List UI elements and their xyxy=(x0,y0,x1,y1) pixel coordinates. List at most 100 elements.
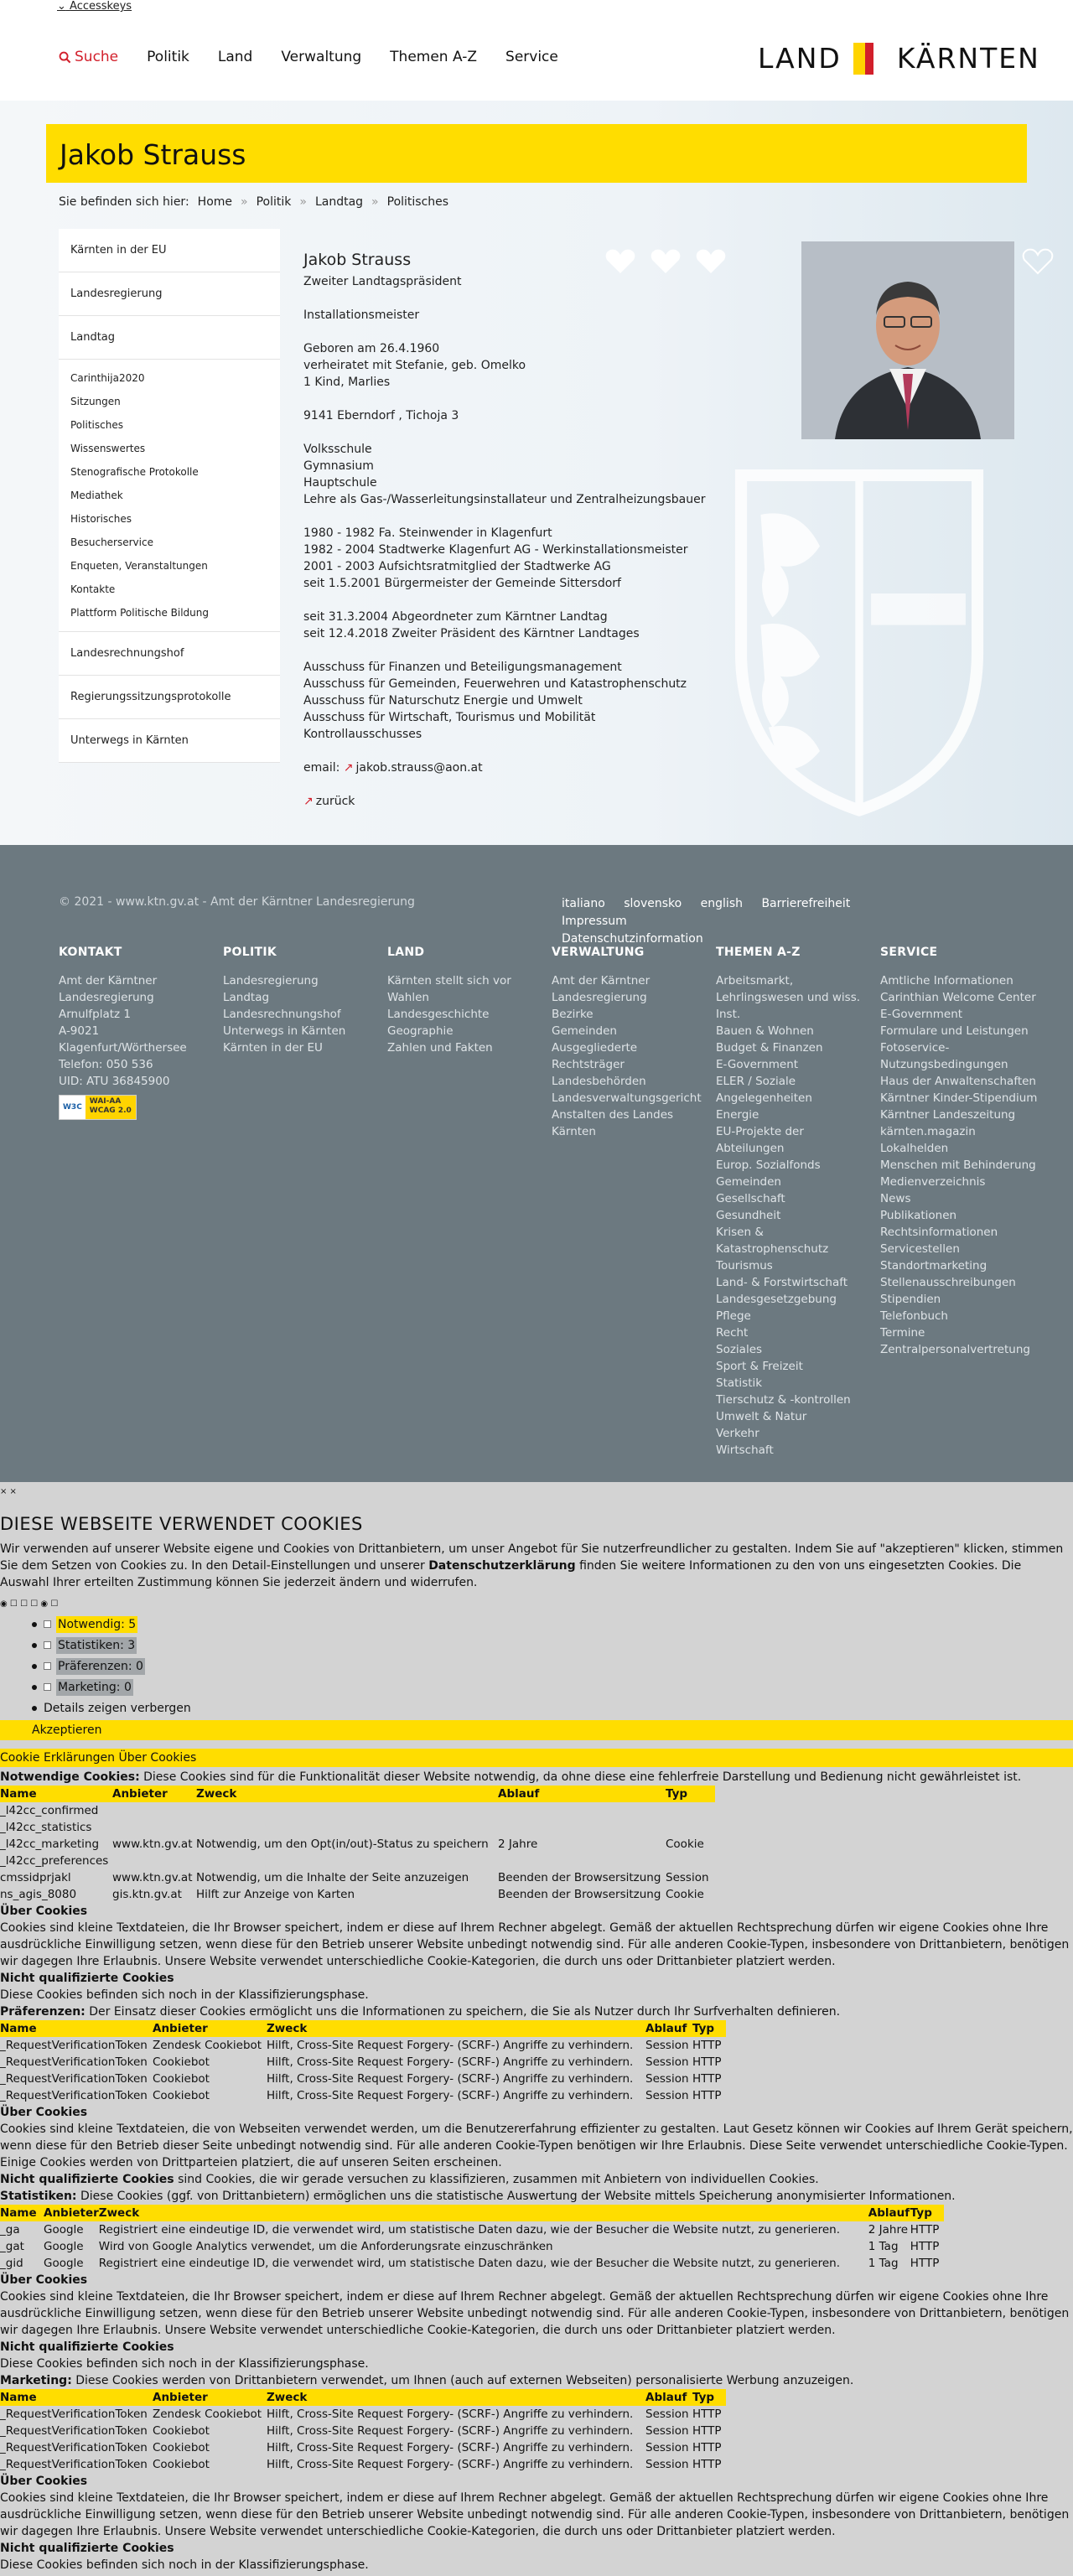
footer-link[interactable]: Landesgeschichte xyxy=(387,1006,547,1023)
footer-link[interactable]: Fotoservice-Nutzungsbedingungen xyxy=(880,1039,1039,1073)
footer-link[interactable]: Medienverzeichnis xyxy=(880,1174,1039,1190)
footer-link[interactable]: Gesundheit xyxy=(716,1207,875,1224)
footer-link-italiano[interactable]: italiano xyxy=(562,897,605,910)
footer-link[interactable]: Bauen & Wohnen xyxy=(716,1023,875,1039)
nav-search[interactable]: Suche xyxy=(59,49,118,65)
footer-link[interactable]: Soziales xyxy=(716,1341,875,1358)
footer-link[interactable]: Land- & Forstwirtschaft xyxy=(716,1274,875,1291)
footer-link[interactable]: Wahlen xyxy=(387,989,547,1006)
sidebar-item-protokolle[interactable]: Regierungssitzungsprotokolle xyxy=(59,676,280,719)
footer-link[interactable]: Amtliche Informationen xyxy=(880,972,1039,989)
checkbox-icon[interactable]: ☐ xyxy=(10,1599,18,1609)
cookie-details-toggle[interactable]: Details zeigen verbergen xyxy=(32,1697,191,1718)
footer-link[interactable]: Landesverwaltungsgericht xyxy=(552,1090,711,1107)
footer-link[interactable]: Tourismus xyxy=(716,1257,875,1274)
footer-link[interactable]: Standortmarketing xyxy=(880,1257,1039,1274)
sidebar-sub-kontakte[interactable]: Kontakte xyxy=(59,578,280,601)
radio-icon[interactable]: ◉ xyxy=(0,1599,8,1609)
footer-link[interactable]: Haus der Anwaltenschaften xyxy=(880,1073,1039,1090)
footer-link-impressum[interactable]: Impressum xyxy=(562,915,627,928)
cookie-category-notwendig[interactable]: Notwendig: 5 xyxy=(32,1614,191,1635)
footer-link[interactable]: EU-Projekte der Abteilungen xyxy=(716,1123,875,1157)
footer-link[interactable]: Menschen mit Behinderung xyxy=(880,1157,1039,1174)
breadcrumb-home[interactable]: Home xyxy=(198,195,232,209)
close-icon[interactable]: × × xyxy=(0,1484,17,1501)
footer-link[interactable]: Telefonbuch xyxy=(880,1308,1039,1324)
footer-link[interactable]: Recht xyxy=(716,1324,875,1341)
sidebar-sub-carinthija[interactable]: Carinthija2020 xyxy=(59,366,280,390)
radio-icon[interactable]: ◉ xyxy=(40,1599,48,1609)
nav-land[interactable]: Land xyxy=(218,49,252,65)
sidebar-item-unterwegs[interactable]: Unterwegs in Kärnten xyxy=(59,719,280,763)
sidebar-sub-mediathek[interactable]: Mediathek xyxy=(59,484,280,507)
wcag-badge[interactable]: W3C WAI-AA WCAG 2.0 xyxy=(59,1095,137,1120)
footer-link-barrierefreiheit[interactable]: Barrierefreiheit xyxy=(761,897,850,910)
footer-link[interactable]: Rechtsinformationen xyxy=(880,1224,1039,1241)
footer-link[interactable]: Sport & Freizeit xyxy=(716,1358,875,1375)
footer-link[interactable]: Kärnten in der EU xyxy=(223,1039,382,1056)
footer-link[interactable]: Lokalhelden xyxy=(880,1140,1039,1157)
footer-link[interactable]: Umwelt & Natur xyxy=(716,1408,875,1425)
nav-politik[interactable]: Politik xyxy=(147,49,189,65)
footer-link[interactable]: Bezirke xyxy=(552,1006,711,1023)
sidebar-item-rechnungshof[interactable]: Landesrechnungshof xyxy=(59,632,280,676)
cookie-category-marketing[interactable]: Marketing: 0 xyxy=(32,1677,191,1697)
footer-link[interactable]: E-Government xyxy=(880,1006,1039,1023)
footer-link[interactable]: E-Government xyxy=(716,1056,875,1073)
checkbox-icon[interactable]: ☐ xyxy=(20,1599,28,1609)
privacy-policy-link[interactable]: Datenschutzerklärung xyxy=(428,1559,575,1573)
footer-link[interactable]: Landesrechnungshof xyxy=(223,1006,382,1023)
footer-link[interactable]: Wirtschaft xyxy=(716,1442,875,1459)
sidebar-sub-besucherservice[interactable]: Besucherservice xyxy=(59,531,280,554)
accesskeys-link[interactable]: ⌄ Accesskeys xyxy=(57,0,132,13)
footer-link[interactable]: Ausgegliederte Rechtsträger xyxy=(552,1039,711,1073)
checkbox-icon[interactable] xyxy=(44,1620,51,1628)
footer-link[interactable]: Landesregierung xyxy=(223,972,382,989)
checkbox-icon[interactable] xyxy=(44,1662,51,1670)
footer-link[interactable]: Carinthian Welcome Center xyxy=(880,989,1039,1006)
breadcrumb-politisches[interactable]: Politisches xyxy=(387,195,448,209)
sidebar-sub-politisches[interactable]: Politisches xyxy=(59,413,280,437)
checkbox-icon[interactable] xyxy=(44,1683,51,1691)
footer-link[interactable]: News xyxy=(880,1190,1039,1207)
cookie-category-statistiken[interactable]: Statistiken: 3 xyxy=(32,1635,191,1656)
sidebar-item-eu[interactable]: Kärnten in der EU xyxy=(59,229,280,272)
footer-link[interactable]: Landtag xyxy=(223,989,382,1006)
footer-link[interactable]: Kärntner Landeszeitung xyxy=(880,1107,1039,1123)
checkbox-icon[interactable]: ☐ xyxy=(30,1599,38,1609)
footer-link[interactable]: Landesbehörden xyxy=(552,1073,711,1090)
footer-link[interactable]: kärnten.magazin xyxy=(880,1123,1039,1140)
footer-link[interactable]: Geographie xyxy=(387,1023,547,1039)
footer-link[interactable]: Gemeinden xyxy=(716,1174,875,1190)
footer-link[interactable]: Verkehr xyxy=(716,1425,875,1442)
footer-link-slovensko[interactable]: slovensko xyxy=(624,897,682,910)
nav-verwaltung[interactable]: Verwaltung xyxy=(281,49,361,65)
sidebar-sub-historisches[interactable]: Historisches xyxy=(59,507,280,531)
footer-link[interactable]: Publikationen xyxy=(880,1207,1039,1224)
footer-link[interactable]: Anstalten des Landes Kärnten xyxy=(552,1107,711,1140)
footer-link[interactable]: Kärntner Kinder-Stipendium xyxy=(880,1090,1039,1107)
email-link[interactable]: jakob.strauss@aon.at xyxy=(356,761,483,775)
footer-link[interactable]: Landesgesetzgebung xyxy=(716,1291,875,1308)
sidebar-sub-protokolle[interactable]: Stenografische Protokolle xyxy=(59,460,280,484)
accept-button[interactable]: Akzeptieren xyxy=(0,1720,1073,1740)
footer-link[interactable]: Servicestellen xyxy=(880,1241,1039,1257)
back-link[interactable]: zurück xyxy=(316,795,355,808)
sidebar-item-landesregierung[interactable]: Landesregierung xyxy=(59,272,280,316)
footer-link[interactable]: Kärnten stellt sich vor xyxy=(387,972,547,989)
breadcrumb-landtag[interactable]: Landtag xyxy=(315,195,363,209)
land-kaernten-logo[interactable]: LAND KÄRNTEN xyxy=(758,42,1040,75)
sidebar-item-landtag[interactable]: Landtag xyxy=(59,316,280,360)
cookie-tabs[interactable]: Cookie Erklärungen Über Cookies xyxy=(0,1749,1073,1767)
breadcrumb-politik[interactable]: Politik xyxy=(257,195,292,209)
footer-link[interactable]: Europ. Sozialfonds xyxy=(716,1157,875,1174)
footer-link[interactable]: Stipendien xyxy=(880,1291,1039,1308)
footer-link[interactable]: Termine xyxy=(880,1324,1039,1341)
checkbox-icon[interactable] xyxy=(44,1641,51,1649)
footer-link[interactable]: Pflege xyxy=(716,1308,875,1324)
footer-link[interactable]: Zahlen und Fakten xyxy=(387,1039,547,1056)
footer-link[interactable]: Gemeinden xyxy=(552,1023,711,1039)
nav-themen[interactable]: Themen A-Z xyxy=(390,49,477,65)
sidebar-sub-sitzungen[interactable]: Sitzungen xyxy=(59,390,280,413)
footer-link[interactable]: Zentralpersonalvertretung xyxy=(880,1341,1039,1358)
